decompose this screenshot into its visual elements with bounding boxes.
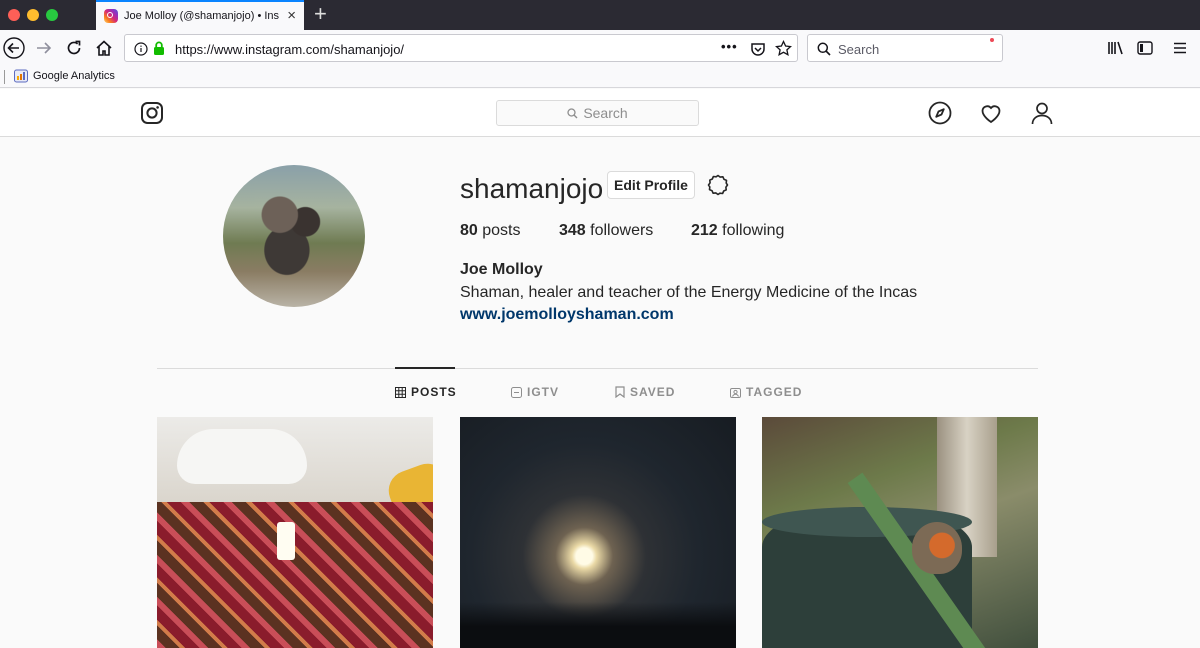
bookmark-google-analytics[interactable]: Google Analytics (14, 69, 115, 83)
search-icon (817, 42, 831, 56)
google-analytics-icon (14, 69, 28, 83)
hamburger-menu-icon (1174, 42, 1186, 54)
followers-stat[interactable]: 348 followers (559, 222, 653, 240)
bookmarks-toolbar: Google Analytics (0, 66, 1200, 88)
zoom-window-button[interactable] (46, 9, 58, 21)
photo-tree-silhouette (460, 602, 736, 648)
tab-label: SAVED (630, 385, 676, 399)
photo-woven-cloth (157, 502, 433, 648)
post-thumbnail-moon[interactable] (460, 417, 736, 648)
reload-button[interactable] (62, 36, 86, 60)
back-arrow-icon (3, 37, 25, 59)
sidebar-button[interactable] (1133, 36, 1157, 60)
tab-saved[interactable]: SAVED (615, 385, 675, 399)
sidebar-icon (1137, 41, 1153, 55)
grid-icon (395, 386, 406, 398)
tab-igtv[interactable]: IGTV (511, 385, 559, 399)
notification-dot (990, 38, 994, 42)
photo-robin (912, 522, 962, 574)
profile-bio: Shaman, healer and teacher of the Energy… (460, 284, 918, 301)
browser-search-input[interactable]: Search (807, 34, 1003, 62)
address-bar[interactable]: https://www.instagram.com/shamanjojo/ ••… (124, 34, 798, 62)
reload-icon (67, 40, 81, 55)
profile-website-link[interactable]: www.joemolloyshaman.com (460, 306, 674, 324)
menu-button[interactable] (1168, 36, 1192, 60)
bookmark-label: Google Analytics (33, 70, 115, 82)
instagram-header: Search (0, 89, 1200, 137)
url-text: https://www.instagram.com/shamanjojo/ (175, 42, 405, 57)
tab-posts[interactable]: POSTS (395, 385, 457, 399)
minimize-window-button[interactable] (27, 9, 39, 21)
profile-person-icon[interactable] (1030, 101, 1054, 125)
edit-profile-button[interactable]: Edit Profile (607, 171, 695, 199)
new-tab-button[interactable]: + (314, 3, 327, 25)
instagram-favicon-icon (104, 9, 118, 23)
home-icon (96, 40, 112, 56)
instagram-search-placeholder: Search (583, 105, 628, 121)
tab-label: IGTV (527, 385, 560, 399)
browser-toolbar: https://www.instagram.com/shamanjojo/ ••… (0, 30, 1200, 66)
tab-label: POSTS (411, 385, 457, 399)
posts-stat: 80 posts (460, 222, 521, 239)
close-window-button[interactable] (8, 9, 20, 21)
bookmark-star-icon[interactable] (775, 40, 792, 57)
tab-tagged[interactable]: TAGGED (730, 385, 802, 399)
profile-username: shamanjojo (460, 173, 604, 204)
back-button[interactable] (2, 36, 26, 60)
profile-full-name: Joe Molloy (460, 261, 543, 278)
home-button[interactable] (92, 36, 116, 60)
lock-icon (154, 41, 164, 55)
browser-tab[interactable]: Joe Molloy (@shamanjojo) • Ins × (96, 0, 304, 30)
search-icon (567, 107, 578, 118)
library-button[interactable] (1104, 36, 1128, 60)
tab-label: TAGGED (746, 385, 803, 399)
info-icon (134, 42, 148, 56)
avatar[interactable] (223, 165, 365, 307)
settings-gear-icon[interactable] (706, 173, 730, 197)
photo-candle (277, 522, 295, 560)
close-tab-icon[interactable]: × (287, 8, 296, 23)
active-tab-indicator (395, 367, 455, 369)
activity-heart-icon[interactable] (979, 101, 1003, 125)
bookmark-icon (615, 386, 625, 398)
igtv-icon (511, 386, 522, 398)
profile-tabs-divider (157, 368, 1038, 369)
post-thumbnail-ceremony-altar[interactable] (157, 417, 433, 648)
library-icon (1108, 41, 1123, 55)
following-stat[interactable]: 212 following (691, 222, 784, 240)
browser-tab-bar: Joe Molloy (@shamanjojo) • Ins × + (0, 0, 1200, 30)
bookmarks-separator (4, 70, 5, 84)
forward-arrow-icon (37, 42, 52, 54)
browser-search-placeholder: Search (838, 42, 880, 57)
tab-title: Joe Molloy (@shamanjojo) • Ins (124, 10, 280, 22)
page-actions-menu-icon[interactable]: ••• (721, 39, 738, 54)
pocket-icon[interactable] (750, 41, 766, 57)
instagram-search-input[interactable]: Search (496, 100, 699, 126)
post-thumbnail-robin[interactable] (762, 417, 1038, 648)
tagged-icon (730, 387, 741, 398)
photo-cushion (177, 429, 307, 484)
explore-compass-icon[interactable] (928, 101, 952, 125)
forward-button[interactable] (32, 36, 56, 60)
instagram-logo-icon[interactable] (140, 101, 164, 125)
